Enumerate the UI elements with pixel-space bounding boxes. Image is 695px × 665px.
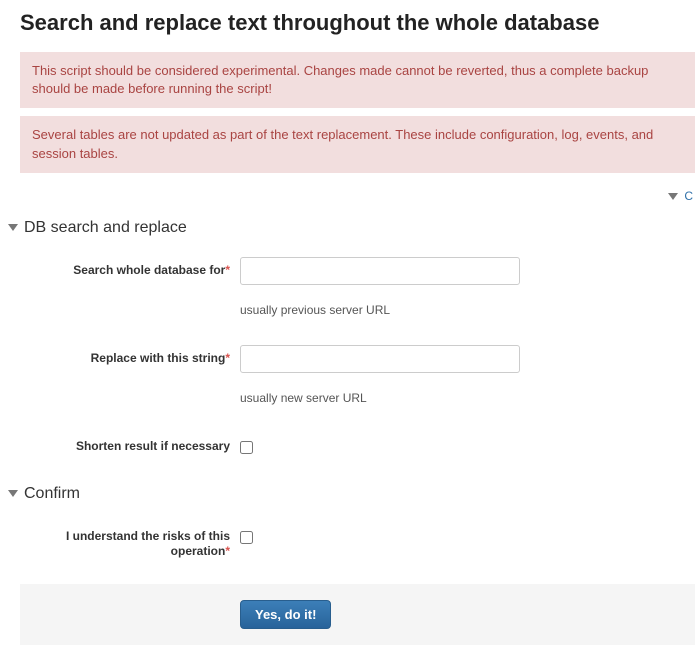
submit-row: Yes, do it! [20, 584, 695, 645]
chevron-down-icon [668, 193, 678, 200]
shorten-checkbox[interactable] [240, 441, 253, 454]
chevron-down-icon [8, 224, 18, 231]
understand-label: I understand the risks of this operation… [20, 523, 240, 560]
page-title: Search and replace text throughout the w… [20, 10, 695, 36]
required-indicator: * [225, 263, 230, 277]
replace-input[interactable] [240, 345, 520, 373]
shorten-label: Shorten result if necessary [20, 433, 240, 455]
section-db-search-replace[interactable]: DB search and replace [8, 219, 695, 237]
collapse-label: C [684, 189, 693, 203]
search-input[interactable] [240, 257, 520, 285]
required-indicator: * [225, 544, 230, 558]
search-label: Search whole database for* [20, 257, 240, 279]
understand-checkbox[interactable] [240, 531, 253, 544]
replace-hint: usually new server URL [240, 391, 695, 405]
section-confirm[interactable]: Confirm [8, 485, 695, 503]
collapse-toggle[interactable]: C [20, 189, 695, 203]
search-hint: usually previous server URL [240, 303, 695, 317]
chevron-down-icon [8, 490, 18, 497]
submit-button[interactable]: Yes, do it! [240, 600, 331, 629]
alert-experimental: This script should be considered experim… [20, 52, 695, 108]
replace-label: Replace with this string* [20, 345, 240, 367]
alert-tables-excluded: Several tables are not updated as part o… [20, 116, 695, 172]
section-title: DB search and replace [24, 219, 187, 237]
section-title: Confirm [24, 485, 80, 503]
required-indicator: * [225, 351, 230, 365]
